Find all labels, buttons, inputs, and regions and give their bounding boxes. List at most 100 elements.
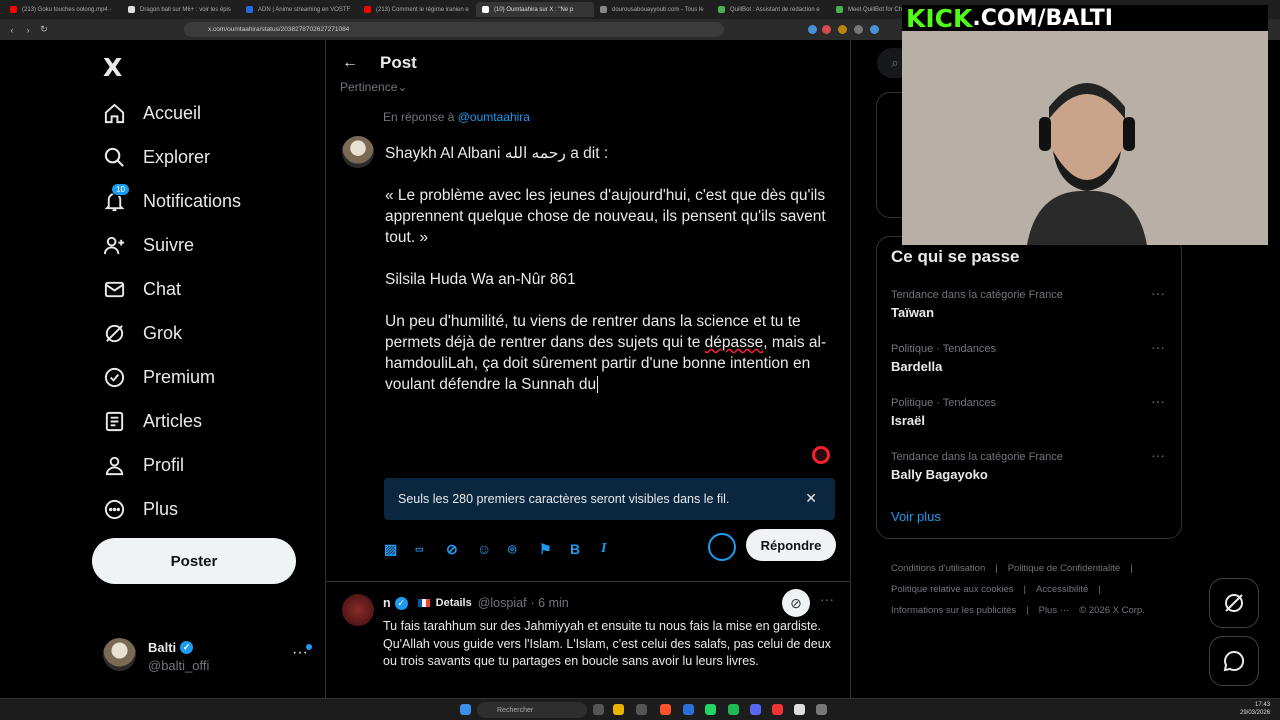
close-icon[interactable]: ✕ bbox=[805, 490, 817, 507]
account-switcher[interactable]: Balti ✓ @balti_offi ··· bbox=[103, 638, 318, 678]
nav-label: Notifications bbox=[143, 190, 242, 211]
app-icon[interactable] bbox=[593, 704, 604, 715]
browser-tab-label: (213) Comment le régime iranien e bbox=[376, 6, 469, 13]
block-icon[interactable]: ⊘ bbox=[782, 589, 810, 617]
browser-tab-label: (10) Oumtaahira sur X : "Ne p bbox=[494, 6, 574, 13]
browser-tab[interactable]: (10) Oumtaahira sur X : "Ne p bbox=[476, 2, 594, 17]
extension-icon[interactable] bbox=[854, 25, 863, 34]
grok-icon bbox=[105, 324, 124, 342]
reload-icon[interactable]: ↻ bbox=[36, 24, 52, 35]
clock-date: 29/03/2026 bbox=[1240, 710, 1271, 716]
app-icon[interactable] bbox=[772, 704, 783, 715]
footer-link[interactable]: Conditions d'utilisation bbox=[891, 563, 985, 574]
app-icon[interactable] bbox=[728, 704, 739, 715]
app-icon[interactable] bbox=[794, 704, 805, 715]
nav-item-explore[interactable]: Explorer bbox=[103, 144, 210, 170]
emoji-icon[interactable]: ☺ bbox=[477, 541, 508, 557]
location-icon[interactable]: ⌾ bbox=[508, 541, 539, 558]
compose-source: Silsila Huda Wa an-Nûr 861 bbox=[385, 271, 576, 288]
forward-arrow-icon[interactable]: › bbox=[20, 25, 36, 35]
browser-icon[interactable] bbox=[660, 704, 671, 715]
nav-item-home[interactable]: Accueil bbox=[103, 100, 201, 126]
nav-item-notifications[interactable]: 10 Notifications bbox=[103, 182, 242, 214]
trend-item[interactable]: Tendance dans la catégorie France Taïwan… bbox=[891, 285, 1171, 320]
browser-tab[interactable]: (213) Goku touches oolong.mp4 - bbox=[4, 2, 122, 17]
taskbar-search[interactable]: Rechercher bbox=[477, 702, 587, 718]
reply-post[interactable]: n ✓ Details @lospiaf · 6 min ⊘ ··· Tu fa… bbox=[326, 581, 850, 698]
reply-handle[interactable]: @lospiaf bbox=[478, 596, 527, 610]
browser-tab[interactable]: dourousabouayyoub.com - Tous le bbox=[594, 2, 712, 17]
articles-icon bbox=[105, 411, 124, 431]
text-cursor bbox=[597, 376, 599, 393]
browser-tab[interactable]: ADN | Anime streaming en VOSTF bbox=[240, 2, 358, 17]
footer-link[interactable]: Politique relative aux cookies bbox=[891, 584, 1014, 595]
trend-item[interactable]: Politique · Tendances Bardella ··· bbox=[891, 339, 1171, 374]
char-limit-notice: Seuls les 280 premiers caractères seront… bbox=[384, 478, 835, 520]
windows-start-icon[interactable] bbox=[460, 704, 471, 715]
flag-icon[interactable]: ⚑ bbox=[539, 541, 570, 558]
extension-icon[interactable] bbox=[870, 25, 879, 34]
more-dots-icon[interactable]: ··· bbox=[820, 591, 834, 607]
trend-item[interactable]: Politique · Tendances Israël ··· bbox=[891, 393, 1171, 428]
app-icon[interactable] bbox=[613, 704, 624, 715]
back-arrow-icon[interactable]: ← bbox=[342, 54, 358, 72]
bold-icon[interactable]: B bbox=[570, 541, 601, 557]
clock[interactable]: 17:43 29/03/2026 bbox=[1240, 701, 1270, 717]
image-icon[interactable]: ▨ bbox=[384, 541, 415, 558]
footer-link[interactable]: Accessibilité bbox=[1036, 584, 1088, 595]
italic-icon[interactable]: I bbox=[601, 541, 632, 557]
kick-banner: KICK .COM/BALTI bbox=[902, 5, 1268, 33]
footer-links: Conditions d'utilisation | Politique de Co… bbox=[891, 558, 1181, 621]
more-dots-icon[interactable]: ··· bbox=[1151, 285, 1165, 301]
nav-item-more[interactable]: Plus bbox=[103, 496, 178, 522]
trend-item[interactable]: Tendance dans la catégorie France Bally … bbox=[891, 447, 1171, 482]
trend-name: Bardella bbox=[891, 359, 943, 374]
browser-tab[interactable]: Dragon ball sur M6+ : voir les épis bbox=[122, 2, 240, 17]
browser-tab-label: QuillBot : Assistant de rédaction e bbox=[730, 6, 820, 13]
footer-link[interactable]: Plus ··· bbox=[1039, 605, 1070, 616]
footer-separator: | bbox=[1026, 605, 1029, 616]
app-icon[interactable] bbox=[683, 704, 694, 715]
more-dots-icon[interactable]: ··· bbox=[1151, 447, 1165, 463]
affiliate-tag[interactable]: Details bbox=[417, 597, 472, 609]
see-more-link[interactable]: Voir plus bbox=[891, 509, 941, 524]
reply-button[interactable]: Répondre bbox=[746, 529, 836, 561]
sort-dropdown[interactable]: Pertinence⌄ bbox=[340, 80, 407, 94]
nav-label: Premium bbox=[143, 366, 216, 387]
grok-fab[interactable] bbox=[1209, 578, 1259, 628]
gif-icon[interactable]: ▭ bbox=[415, 544, 446, 555]
nav-item-follow[interactable]: Suivre bbox=[103, 232, 194, 258]
extension-icon[interactable] bbox=[838, 25, 847, 34]
browser-tab-label: Meet QuillBot for Chr bbox=[848, 6, 905, 13]
browser-tab[interactable]: (213) Comment le régime iranien e bbox=[358, 2, 476, 17]
back-arrow-icon[interactable]: ‹ bbox=[4, 25, 20, 35]
nav-item-grok[interactable]: Grok bbox=[103, 320, 182, 346]
messages-fab[interactable] bbox=[1209, 636, 1259, 686]
reply-author-name[interactable]: n bbox=[383, 596, 391, 610]
app-icon[interactable] bbox=[705, 704, 716, 715]
app-icon[interactable] bbox=[816, 704, 827, 715]
more-dots-icon[interactable]: ··· bbox=[1151, 339, 1165, 355]
more-dots-icon[interactable]: ··· bbox=[1151, 393, 1165, 409]
nav-item-premium[interactable]: Premium bbox=[103, 364, 215, 390]
nav-item-articles[interactable]: Articles bbox=[103, 408, 202, 434]
url-field[interactable]: x.com/oumtaahira/status/2038278702627271… bbox=[184, 22, 724, 37]
reply-handle-link[interactable]: @oumtaahira bbox=[458, 110, 530, 124]
extension-icon[interactable] bbox=[822, 25, 831, 34]
nav-item-profile[interactable]: Profil bbox=[103, 452, 184, 478]
browser-tab-label: ADN | Anime streaming en VOSTF bbox=[258, 6, 351, 13]
app-icon[interactable] bbox=[750, 704, 761, 715]
compose-textarea[interactable]: Shaykh Al Albani رحمه الله a dit : « Le … bbox=[385, 143, 840, 416]
footer-link[interactable]: Politique de Confidentialité bbox=[1008, 563, 1121, 574]
post-button[interactable]: Poster bbox=[92, 538, 296, 584]
extension-icon[interactable] bbox=[808, 25, 817, 34]
x-logo[interactable]: X bbox=[103, 53, 122, 82]
nav-item-chat[interactable]: Chat bbox=[103, 276, 181, 302]
kick-url: .COM/BALTI bbox=[972, 5, 1113, 31]
grok-icon[interactable]: ⊘ bbox=[446, 541, 477, 558]
browser-tab[interactable]: QuillBot : Assistant de rédaction e bbox=[712, 2, 830, 17]
nav-label: Suivre bbox=[143, 234, 195, 255]
favicon-icon bbox=[10, 6, 17, 13]
footer-link[interactable]: Informations sur les publicités bbox=[891, 605, 1016, 616]
app-icon[interactable] bbox=[636, 704, 647, 715]
